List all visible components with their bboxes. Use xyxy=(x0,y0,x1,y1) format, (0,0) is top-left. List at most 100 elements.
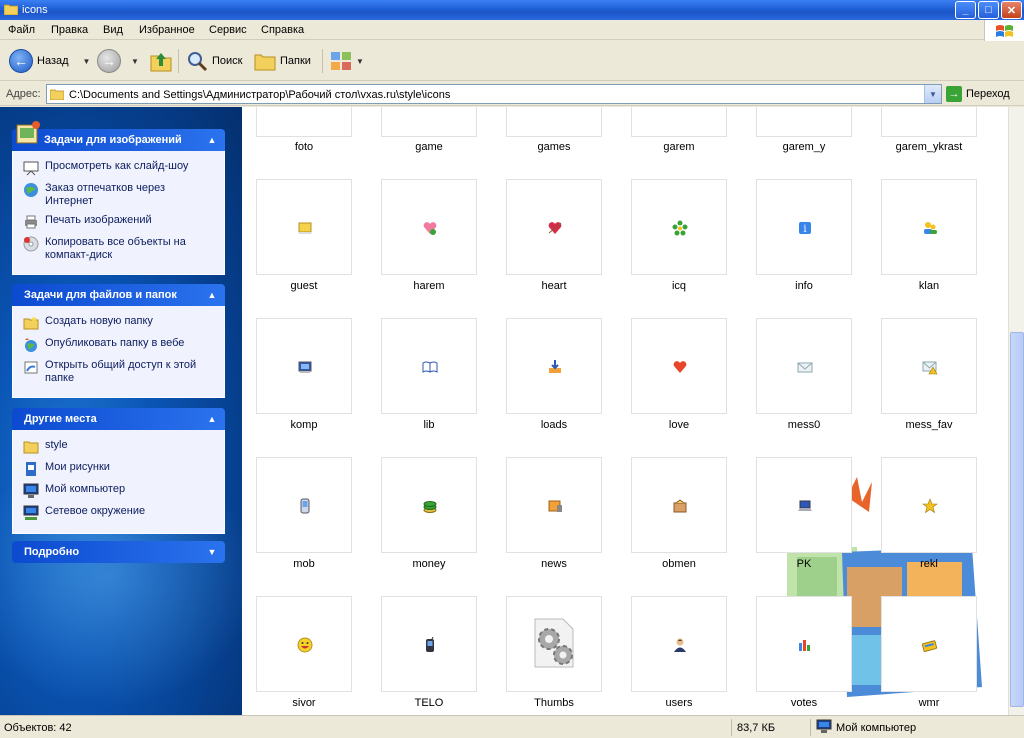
file-label[interactable]: loads xyxy=(494,419,614,431)
file-label[interactable]: Thumbs xyxy=(494,697,614,709)
file-tile[interactable] xyxy=(881,179,977,275)
file-label[interactable]: users xyxy=(619,697,739,709)
file-label[interactable]: mob xyxy=(244,558,364,570)
place-style[interactable]: style xyxy=(23,439,216,455)
file-label[interactable]: garem_y xyxy=(744,141,864,153)
file-tile[interactable] xyxy=(881,318,977,414)
file-label[interactable]: PK xyxy=(744,558,864,570)
file-tile[interactable] xyxy=(506,596,602,692)
task-share-folder[interactable]: Открыть общий доступ к этой папке xyxy=(23,359,216,385)
folders-button[interactable]: Папки xyxy=(254,47,311,75)
file-label[interactable]: mess_fav xyxy=(869,419,989,431)
go-button[interactable]: → Переход xyxy=(946,85,1010,103)
file-tile[interactable]: i xyxy=(756,179,852,275)
file-label[interactable]: guest xyxy=(244,280,364,292)
file-label[interactable]: klan xyxy=(869,280,989,292)
file-tile[interactable] xyxy=(631,179,727,275)
file-tile[interactable] xyxy=(506,318,602,414)
file-label[interactable]: news xyxy=(494,558,614,570)
address-dropdown-icon[interactable]: ▼ xyxy=(924,85,941,103)
collapse-chevron-icon[interactable]: ▲ xyxy=(205,133,219,147)
menu-edit[interactable]: Правка xyxy=(51,24,88,36)
task-new-folder[interactable]: Создать новую папку xyxy=(23,315,216,331)
file-label[interactable]: games xyxy=(494,141,614,153)
address-input[interactable]: C:\Documents and Settings\Администратор\… xyxy=(46,84,942,104)
details-header[interactable]: Подробно ▼ xyxy=(12,541,225,563)
file-label[interactable]: rekl xyxy=(869,558,989,570)
file-label[interactable]: harem xyxy=(369,280,489,292)
file-tile[interactable] xyxy=(256,318,352,414)
file-tile[interactable] xyxy=(381,318,477,414)
minimize-button[interactable]: _ xyxy=(955,1,976,19)
file-label[interactable]: heart xyxy=(494,280,614,292)
file-label[interactable]: foto xyxy=(244,141,364,153)
file-label[interactable]: votes xyxy=(744,697,864,709)
file-tile[interactable] xyxy=(506,107,602,137)
forward-button[interactable]: → ▼ xyxy=(97,47,139,75)
other-places-header[interactable]: Другие места ▲ xyxy=(12,408,225,430)
file-label[interactable]: lib xyxy=(369,419,489,431)
back-dropdown-icon[interactable]: ▼ xyxy=(83,57,91,66)
file-tasks-header[interactable]: Задачи для файлов и папок ▲ xyxy=(12,284,225,306)
file-tile[interactable] xyxy=(506,457,602,553)
task-order-prints[interactable]: Заказ отпечатков через Интернет xyxy=(23,182,216,208)
task-print-images[interactable]: Печать изображений xyxy=(23,214,216,230)
file-tile[interactable] xyxy=(256,179,352,275)
forward-dropdown-icon[interactable]: ▼ xyxy=(131,57,139,66)
file-tile[interactable] xyxy=(881,107,977,137)
close-button[interactable]: ✕ xyxy=(1001,1,1022,19)
file-tile[interactable] xyxy=(881,457,977,553)
title-bar[interactable]: icons _ □ ✕ xyxy=(0,0,1024,20)
task-copy-to-cd[interactable]: Копировать все объекты на компакт-диск xyxy=(23,236,216,262)
file-tile[interactable] xyxy=(506,179,602,275)
file-label[interactable]: wmr xyxy=(869,697,989,709)
file-label[interactable]: obmen xyxy=(619,558,739,570)
file-label[interactable]: mess0 xyxy=(744,419,864,431)
expand-chevron-icon[interactable]: ▼ xyxy=(205,545,219,559)
menu-tools[interactable]: Сервис xyxy=(209,24,247,36)
file-tile[interactable] xyxy=(881,596,977,692)
file-tile[interactable] xyxy=(631,107,727,137)
place-my-pictures[interactable]: Мои рисунки xyxy=(23,461,216,477)
search-button[interactable]: Поиск xyxy=(186,47,242,75)
menu-file[interactable]: Файл xyxy=(8,24,35,36)
file-tile[interactable] xyxy=(631,318,727,414)
image-tasks-header[interactable]: Задачи для изображений ▲ xyxy=(12,121,225,151)
file-tile[interactable] xyxy=(756,457,852,553)
file-tile[interactable] xyxy=(381,179,477,275)
file-tile[interactable] xyxy=(381,107,477,137)
place-my-computer[interactable]: Мой компьютер xyxy=(23,483,216,499)
task-publish-web[interactable]: Опубликовать папку в вебе xyxy=(23,337,216,353)
file-label[interactable]: komp xyxy=(244,419,364,431)
file-label[interactable]: money xyxy=(369,558,489,570)
file-tile[interactable] xyxy=(256,107,352,137)
file-label[interactable]: love xyxy=(619,419,739,431)
file-label[interactable]: garem xyxy=(619,141,739,153)
back-button[interactable]: ← Назад ▼ xyxy=(9,47,90,75)
file-tile[interactable] xyxy=(631,457,727,553)
menu-view[interactable]: Вид xyxy=(103,24,123,36)
task-slideshow[interactable]: Просмотреть как слайд-шоу xyxy=(23,160,216,176)
collapse-chevron-icon[interactable]: ▲ xyxy=(205,412,219,426)
file-tile[interactable] xyxy=(756,596,852,692)
file-label[interactable]: sivor xyxy=(244,697,364,709)
file-label[interactable]: icq xyxy=(619,280,739,292)
file-label[interactable]: garem_ykrast xyxy=(869,141,989,153)
vertical-scrollbar[interactable] xyxy=(1008,107,1024,715)
up-button[interactable] xyxy=(149,47,173,75)
file-label[interactable]: TELO xyxy=(369,697,489,709)
scrollbar-thumb[interactable] xyxy=(1010,332,1024,707)
menu-favorites[interactable]: Избранное xyxy=(139,24,195,36)
file-tile[interactable] xyxy=(631,596,727,692)
file-label[interactable]: info xyxy=(744,280,864,292)
menu-help[interactable]: Справка xyxy=(261,24,304,36)
file-tile[interactable] xyxy=(756,318,852,414)
file-tile[interactable] xyxy=(381,596,477,692)
file-label[interactable]: game xyxy=(369,141,489,153)
place-network[interactable]: Сетевое окружение xyxy=(23,505,216,521)
file-tile[interactable] xyxy=(756,107,852,137)
collapse-chevron-icon[interactable]: ▲ xyxy=(205,288,219,302)
file-tile[interactable] xyxy=(256,457,352,553)
file-tile[interactable] xyxy=(381,457,477,553)
views-button[interactable]: ▼ xyxy=(330,47,364,75)
